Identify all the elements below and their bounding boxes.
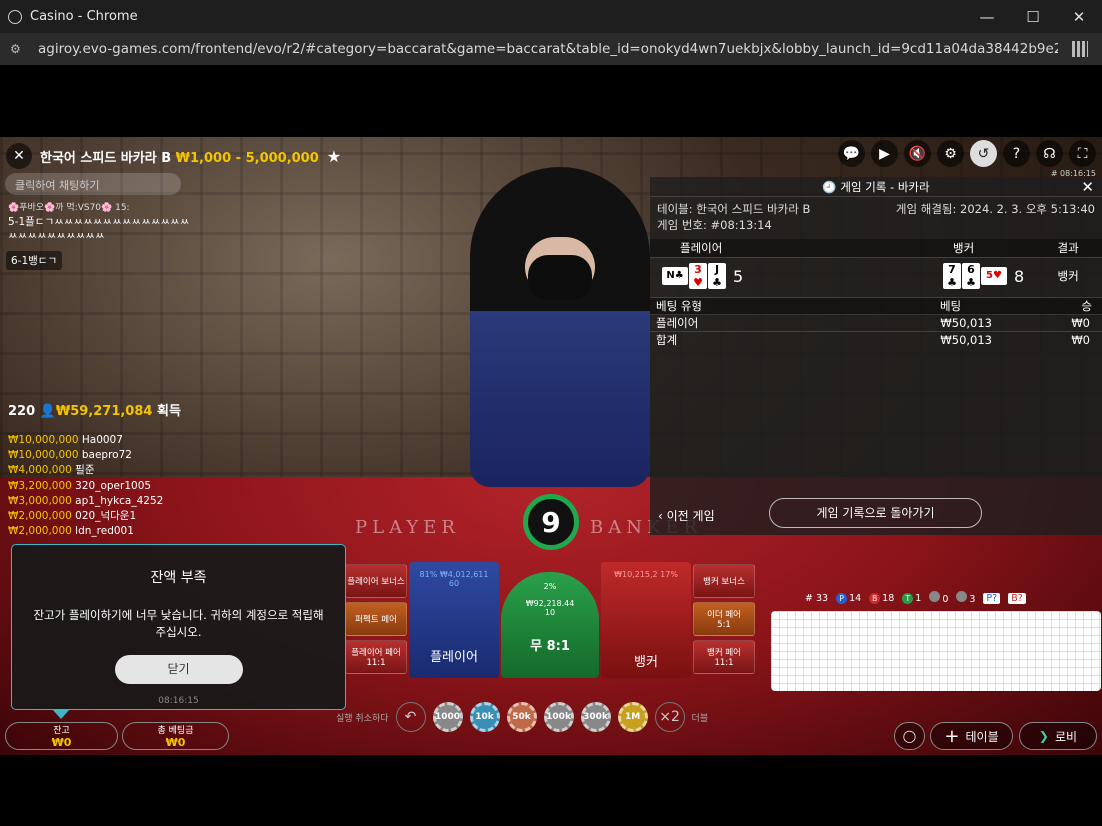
player-pair-bet[interactable]: 플레이어 페어 11:1 [345, 640, 407, 674]
card-icon: J ♣ [708, 263, 726, 290]
lobby-icon: ❯ [1038, 729, 1049, 743]
settings-icon[interactable]: ⚙ [937, 140, 964, 167]
banker-cards: 7 ♣6 ♣5♥ 8 [903, 256, 1035, 295]
player-ask-button[interactable]: P? [983, 592, 1001, 604]
modal-title: 잔액 부족 [150, 570, 207, 586]
winner-row: ₩3,000,000 ap1_hykca_4252 [8, 494, 164, 507]
chat-bubble-button[interactable]: ◯ [894, 722, 925, 750]
total-bet-display: 총 베팅금 ₩0 [122, 722, 229, 750]
support-icon[interactable]: ☊ [1036, 140, 1063, 167]
winner-row: ₩10,000,000 baepro72 [8, 449, 132, 462]
card-icon: 5♥ [981, 267, 1007, 286]
countdown-timer: 9 [523, 494, 579, 550]
modal-time: 08:16:15 [158, 696, 199, 706]
felt-player-text: PLAYER [355, 517, 460, 538]
chat-icon[interactable]: 💬 [838, 140, 865, 167]
address-bar: ⚙ agiroy.evo-games.com/frontend/evo/r2/#… [0, 33, 1102, 65]
chip-tray: 실행 취소하다 ↶ 1000 10k 50k 100k 300k 1M ×2 더… [336, 702, 708, 732]
chat-meta: 🌸푸바오🌸까 먹:VS70🌸 15: [8, 203, 130, 213]
mute-icon[interactable]: 🔇 [904, 140, 931, 167]
table-limits: ₩1,000 - 5,000,000 [175, 150, 319, 166]
winner-row: ₩2,000,000 ldn_red001 [8, 525, 134, 538]
banker-ask-button[interactable]: B? [1008, 592, 1026, 604]
card-icon: 6 ♣ [962, 263, 980, 290]
chip-300k[interactable]: 300k [580, 702, 611, 732]
player-bet[interactable]: 81% ₩4,012,611 60 플레이어 [409, 562, 499, 678]
insufficient-balance-modal: 잔액 부족 잔고가 플레이하기에 너무 낮습니다. 귀하의 계정으로 적립해 주… [11, 544, 346, 710]
player-cards: N♣ 3 ♥J ♣ 5 [650, 256, 904, 295]
banker-pair-bet[interactable]: 뱅커 페어 11:1 [693, 640, 755, 674]
globe-icon [8, 9, 22, 24]
history-info: 테이블: 한국어 스피드 바카라 B 게임 번호: #08:13:14 게임 해… [657, 202, 1095, 232]
double-button[interactable]: ×2 [654, 702, 685, 732]
chat-message: 🌸푸바오🌸까 먹:VS70🌸 15: 5-1플ㄷㄱㅆㅆㅆㅆㅆㅆㅆㅆㅆㅆㅆㅆㅆㅆㅆ… [8, 201, 198, 243]
card-icon: N♣ [662, 267, 688, 286]
winner-row: ₩2,000,000 020_넉다운1 [8, 510, 137, 523]
history-panel: 🕘 게임 기록 - 바카라 ✕ 테이블: 한국어 스피드 바카라 B 게임 번호… [650, 177, 1102, 535]
modal-close-button[interactable]: 닫기 [114, 655, 243, 684]
qr-code-icon[interactable] [1072, 41, 1088, 57]
clock-icon: 🕘 [822, 180, 837, 194]
modal-arrow [52, 709, 70, 719]
video-icon[interactable]: ▶ [871, 140, 898, 167]
history-header: 🕘 게임 기록 - 바카라 [650, 177, 1102, 197]
undo-label: 실행 취소하다 [336, 713, 389, 724]
chat-pill: 6-1뱅ㄷㄱ [6, 251, 63, 270]
tie-bet[interactable]: 2% ₩92,218.44 10 무 8:1 [501, 572, 599, 678]
betting-area: 플레이어 보너스 퍼펙트 페어 플레이어 페어 11:1 81% ₩4,012,6… [345, 562, 755, 680]
winners-header: 220 👤₩59,271,084 획득 [8, 404, 181, 419]
chat-bubble-icon: ◯ [902, 729, 917, 743]
chevron-left-icon: ‹ [658, 509, 663, 523]
history-icon[interactable]: ↺ [970, 140, 997, 167]
chip-1m[interactable]: 1M [617, 702, 648, 732]
chip-10k[interactable]: 10k [469, 702, 500, 732]
favorite-star-icon[interactable]: ★ [327, 147, 341, 166]
chip-1000[interactable]: 1000 [432, 702, 463, 732]
bet-table: 베팅 유형 베팅 승 플레이어 ₩50,013 ₩0 합계 ₩50,013 ₩0 [650, 297, 1102, 348]
history-close-icon[interactable]: ✕ [1081, 178, 1094, 196]
winner-row: ₩10,000,000 Ha0007 [8, 434, 123, 446]
chip-100k[interactable]: 100k [543, 702, 574, 732]
dealer-video [470, 167, 650, 487]
card-icon: 3 ♥ [689, 263, 707, 290]
double-label: 더블 [691, 713, 709, 724]
banker-bonus-bet[interactable]: 뱅커 보너스 [693, 564, 755, 598]
banker-bet[interactable]: ₩10,215,2 17% 뱅커 [601, 562, 691, 678]
balance-display: 잔고 ₩0 [5, 722, 118, 750]
winner-row: ₩3,200,000 320_oper1005 [8, 479, 152, 492]
perfect-pair-bet[interactable]: 퍼펙트 페어 [345, 602, 407, 636]
chip-50k[interactable]: 50k [506, 702, 537, 732]
window-title: Casino - Chrome [30, 9, 138, 24]
browser-titlebar: Casino - Chrome — ☐ ✕ [0, 0, 1102, 33]
site-settings-icon[interactable]: ⚙ [10, 41, 26, 57]
either-pair-bet[interactable]: 이더 페어 5:1 [693, 602, 755, 636]
bet-row: 합계 ₩50,013 ₩0 [650, 331, 1102, 348]
chat-text: 5-1플ㄷㄱㅆㅆㅆㅆㅆㅆㅆㅆㅆㅆㅆㅆㅆㅆㅆㅆㅆㅆㅆㅆㅆㅆㅆㅆ [8, 216, 190, 242]
help-icon[interactable]: ? [1003, 140, 1030, 167]
person-icon: 👤 [39, 404, 56, 419]
lobby-button[interactable]: ❯ 로비 [1019, 722, 1097, 750]
chat-input[interactable]: 클릭하여 채팅하기 [5, 173, 181, 195]
plus-icon: + [944, 725, 960, 747]
winners-list: ₩10,000,000 Ha0007 ₩10,000,000 baepro72 ₩4… [8, 433, 163, 539]
winner-row: ₩4,000,000 필준 [8, 464, 95, 477]
roadmap-stats: # 33 P 14 B 18 T1 0 3 P? B? [805, 591, 1026, 605]
back-to-history-button[interactable]: 게임 기록으로 돌아가기 [769, 498, 982, 528]
fullscreen-icon[interactable]: ⛶ [1069, 140, 1096, 167]
player-bonus-bet[interactable]: 플레이어 보너스 [345, 564, 407, 598]
undo-icon[interactable]: ↶ [395, 702, 426, 732]
modal-body: 잔고가 플레이하기에 너무 낮습니다. 귀하의 계정으로 적립해 주십시오. [33, 608, 324, 639]
bet-row: 플레이어 ₩50,013 ₩0 [650, 314, 1102, 332]
result-table: 플레이어 뱅커 결과 N♣ 3 ♥J ♣ 5 7 ♣6 ♣5♥ 8 뱅커 [650, 239, 1102, 295]
table-button[interactable]: + 테이블 [930, 722, 1013, 750]
card-icon: 7 ♣ [943, 263, 961, 290]
close-window-button[interactable]: ✕ [1056, 0, 1102, 33]
close-game-icon[interactable]: ✕ [6, 143, 32, 169]
minimize-button[interactable]: — [964, 0, 1010, 33]
roadmap [771, 611, 1101, 691]
maximize-button[interactable]: ☐ [1010, 0, 1056, 33]
url-field[interactable]: agiroy.evo-games.com/frontend/evo/r2/#ca… [38, 41, 1058, 57]
previous-game-button[interactable]: ‹ 이전 게임 [658, 507, 715, 524]
table-title: 한국어 스피드 바카라 B ₩1,000 - 5,000,000 [40, 150, 319, 166]
